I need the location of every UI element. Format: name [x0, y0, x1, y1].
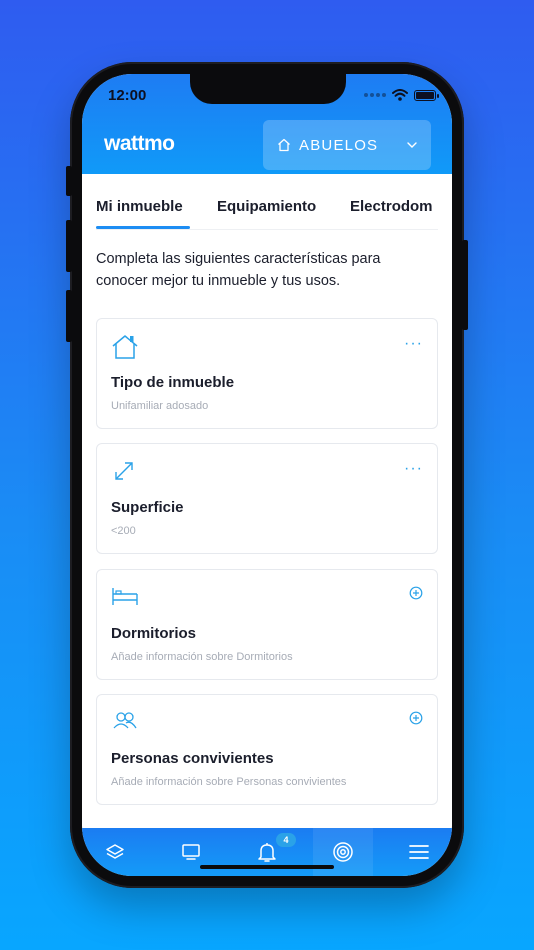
battery-icon	[414, 89, 439, 101]
phone-notch	[190, 74, 346, 104]
more-icon[interactable]: ···	[404, 336, 423, 352]
card-subtitle: Unifamiliar adosado	[111, 400, 209, 412]
tv-icon	[182, 844, 200, 860]
phone-volume-down	[66, 290, 72, 342]
app-screen: 12:00 wattmo ABUELOS Mi inmueble Equipam…	[82, 74, 452, 876]
card-title: Superficie	[111, 499, 184, 516]
add-icon[interactable]	[409, 711, 423, 725]
card-tipo-inmueble[interactable]: ··· Tipo de inmueble Unifamiliar adosado	[96, 318, 438, 429]
bed-icon	[112, 588, 138, 605]
card-personas-convivientes[interactable]: Personas convivientes Añade información …	[96, 694, 438, 805]
tab-equipamiento[interactable]: Equipamiento	[217, 198, 316, 215]
card-title: Tipo de inmueble	[111, 374, 235, 391]
nav-menu[interactable]	[389, 828, 449, 876]
card-superficie[interactable]: ··· Superficie <200	[96, 443, 438, 554]
add-icon[interactable]	[409, 586, 423, 600]
signal-icon	[364, 93, 386, 97]
phone-mute-switch	[66, 166, 72, 196]
bell-icon	[258, 843, 276, 862]
card-dormitorios[interactable]: Dormitorios Añade información sobre Dorm…	[96, 569, 438, 680]
app-logo: wattmo	[104, 132, 175, 155]
card-subtitle: <200	[111, 525, 136, 537]
tab-mi-inmueble[interactable]: Mi inmueble	[96, 198, 183, 215]
card-title: Personas convivientes	[111, 750, 274, 767]
home-selector-label: ABUELOS	[299, 136, 379, 154]
card-title: Dormitorios	[111, 625, 197, 642]
card-subtitle: Añade información sobre Dormitorios	[111, 651, 293, 663]
more-icon[interactable]: ···	[404, 461, 423, 477]
notification-badge: 4	[276, 833, 296, 847]
home-indicator	[200, 865, 334, 869]
phone-power-button	[462, 240, 468, 330]
people-icon	[113, 712, 137, 729]
card-subtitle: Añade información sobre Personas convivi…	[111, 776, 347, 788]
home-selector[interactable]: ABUELOS	[263, 120, 431, 170]
intro-text: Completa las siguientes características …	[96, 251, 381, 289]
nav-layers[interactable]	[85, 828, 145, 876]
wifi-icon	[392, 89, 408, 101]
layers-icon	[106, 844, 124, 859]
target-icon	[333, 842, 353, 862]
phone-volume-up	[66, 220, 72, 272]
menu-icon	[409, 845, 429, 859]
status-icons	[364, 89, 439, 101]
chevron-down-icon	[407, 142, 417, 148]
status-time: 12:00	[108, 87, 147, 104]
home-icon	[278, 138, 290, 152]
house-icon	[112, 335, 138, 359]
tab-bar: Mi inmueble Equipamiento Electrodom	[96, 174, 438, 230]
tab-electrodomesticos[interactable]: Electrodom	[350, 198, 433, 215]
expand-icon	[115, 462, 133, 480]
tab-active-indicator	[96, 226, 190, 229]
